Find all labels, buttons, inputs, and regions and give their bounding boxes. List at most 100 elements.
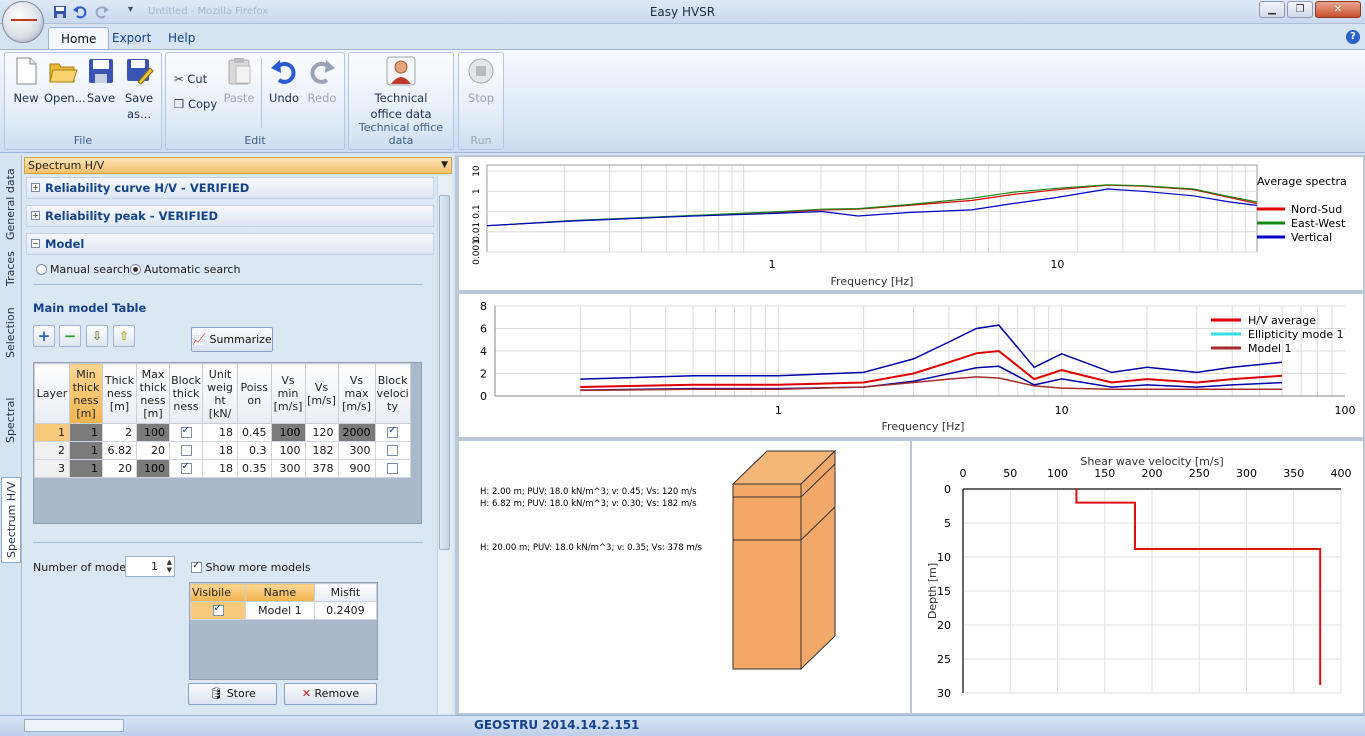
cell-min[interactable]: 1: [69, 459, 103, 478]
redo-button[interactable]: Redo: [304, 56, 340, 106]
col-header-1[interactable]: Min thick ness [m]: [69, 363, 103, 424]
col-header-4[interactable]: Block thick ness: [169, 363, 203, 424]
cell-block_t[interactable]: [169, 441, 203, 460]
cell-vsmax[interactable]: 900: [337, 459, 376, 478]
cell-vsmax[interactable]: 2000: [337, 423, 376, 442]
add-layer-button[interactable]: +: [33, 325, 55, 347]
cell-checkbox[interactable]: [180, 461, 192, 474]
scrollbar-thumb[interactable]: [439, 195, 450, 550]
cell-layer[interactable]: 2: [34, 441, 70, 460]
col-header-9[interactable]: Vs max [m/s]: [337, 363, 376, 424]
save-button[interactable]: Save: [85, 56, 117, 106]
col-header-0[interactable]: Layer: [34, 363, 70, 424]
col-misfit[interactable]: Misfit: [313, 583, 378, 602]
undo-button[interactable]: Undo: [266, 56, 302, 106]
copy-button[interactable]: ❐ Copy: [174, 97, 217, 111]
cell-min[interactable]: 1: [69, 423, 103, 442]
new-button[interactable]: New: [10, 56, 42, 106]
cell-max[interactable]: 100: [136, 459, 170, 478]
col-header-5[interactable]: Unit weig ht [kN/: [202, 363, 238, 424]
cell-poisson[interactable]: 0.3: [237, 441, 272, 460]
side-tab-traces[interactable]: Traces: [1, 249, 21, 289]
tab-help[interactable]: Help: [156, 27, 207, 50]
model-row[interactable]: Model 1 0.2409: [190, 601, 378, 620]
cell-vs[interactable]: 378: [304, 459, 339, 478]
cell-vsmin[interactable]: 300: [270, 459, 306, 478]
paste-button[interactable]: Paste: [222, 56, 256, 106]
side-tab-spectrum-hv[interactable]: Spectrum H/V: [1, 477, 21, 563]
view-selector[interactable]: Spectrum H/V ▼: [24, 157, 452, 174]
cell-thick[interactable]: 20: [102, 459, 137, 478]
cell-vs[interactable]: 120: [304, 423, 339, 442]
section-model[interactable]: − Model: [26, 233, 434, 255]
cell-max[interactable]: 100: [136, 423, 170, 442]
col-name[interactable]: Name: [245, 583, 315, 602]
cell-checkbox[interactable]: [180, 445, 192, 456]
show-more-models-checkbox[interactable]: Show more models: [191, 560, 311, 574]
table-row[interactable]: 2 1 6.82 20 18 0.3 100 182 300: [34, 441, 411, 460]
cell-checkbox[interactable]: [387, 445, 399, 456]
cell-vsmin[interactable]: 100: [270, 423, 306, 442]
tab-export[interactable]: Export: [100, 27, 163, 50]
col-header-8[interactable]: Vs [m/s]: [304, 363, 339, 424]
cell-thick[interactable]: 6.82: [102, 441, 137, 460]
cell-vsmax[interactable]: 300: [337, 441, 376, 460]
minimize-button[interactable]: ▁: [1259, 1, 1285, 18]
summarize-button[interactable]: 📈 Summarize: [191, 327, 273, 352]
spinner-arrows-icon[interactable]: ▲ ▼: [167, 558, 172, 574]
cell-unit[interactable]: 18: [202, 441, 238, 460]
col-header-7[interactable]: Vs min [m/s]: [270, 363, 306, 424]
cell-block_v[interactable]: [374, 459, 411, 478]
section-reliability-curve[interactable]: + Reliability curve H/V - VERIFIED: [26, 177, 434, 199]
cell-vs[interactable]: 182: [304, 441, 339, 460]
maximize-button[interactable]: ❐: [1287, 1, 1313, 18]
cell-block_t[interactable]: [169, 459, 203, 478]
cell-layer[interactable]: 3: [34, 459, 70, 478]
cell-layer[interactable]: 1: [34, 423, 70, 442]
table-row[interactable]: 112100180.451001202000: [34, 423, 411, 442]
cell-checkbox[interactable]: [387, 425, 399, 438]
num-modes-spinner[interactable]: 1 ▲ ▼: [125, 556, 175, 577]
section-reliability-peak[interactable]: + Reliability peak - VERIFIED: [26, 205, 434, 227]
help-icon[interactable]: ?: [1346, 30, 1360, 44]
remove-layer-button[interactable]: −: [59, 325, 81, 347]
remove-button[interactable]: ✕ Remove: [284, 683, 377, 705]
x-axis-label: Frequency [Hz]: [831, 275, 914, 288]
cell-unit[interactable]: 18: [202, 423, 238, 442]
x-tick-label: 10: [1050, 258, 1064, 271]
close-button[interactable]: ✕: [1315, 1, 1361, 18]
model-visible-checkbox[interactable]: [212, 603, 224, 616]
col-visible[interactable]: Visibile: [190, 583, 246, 602]
col-header-10[interactable]: Block veloci ty: [374, 363, 411, 424]
cell-max[interactable]: 20: [136, 441, 170, 460]
cell-poisson[interactable]: 0.45: [237, 423, 272, 442]
cell-checkbox[interactable]: [387, 463, 399, 474]
cell-vsmin[interactable]: 100: [270, 441, 306, 460]
cell-checkbox[interactable]: [180, 425, 192, 438]
technical-office-button[interactable]: Technical office data: [356, 56, 446, 122]
cell-min[interactable]: 1: [69, 441, 103, 460]
side-tab-selection[interactable]: Selection: [1, 307, 21, 359]
manual-search-radio[interactable]: Manual search: [36, 263, 130, 276]
cell-block_t[interactable]: [169, 423, 203, 442]
cell-block_v[interactable]: [374, 441, 411, 460]
cell-poisson[interactable]: 0.35: [237, 459, 272, 478]
col-header-2[interactable]: Thick ness [m]: [102, 363, 137, 424]
cut-button[interactable]: ✂ Cut: [174, 72, 207, 86]
cell-block_v[interactable]: [374, 423, 411, 442]
export-button[interactable]: ⇧: [113, 325, 135, 347]
import-button[interactable]: ⇩: [86, 325, 108, 347]
stop-button[interactable]: Stop: [462, 56, 500, 106]
app-menu-button[interactable]: [2, 1, 44, 43]
col-header-6[interactable]: Poiss on: [237, 363, 272, 424]
col-header-3[interactable]: Max thick ness [m]: [136, 363, 170, 424]
store-button[interactable]: 🛢 Store: [188, 683, 277, 705]
automatic-search-radio[interactable]: Automatic search: [130, 263, 240, 276]
table-row[interactable]: 3120100 180.35300378900: [34, 459, 411, 478]
cell-thick[interactable]: 2: [102, 423, 137, 442]
side-tab-general-data[interactable]: General data: [1, 165, 21, 243]
open-button[interactable]: Open...: [44, 56, 86, 106]
cell-unit[interactable]: 18: [202, 459, 238, 478]
save-as-button[interactable]: Save as...: [121, 56, 157, 122]
side-tab-spectral-analysis[interactable]: Spectral analysis: [1, 375, 37, 465]
